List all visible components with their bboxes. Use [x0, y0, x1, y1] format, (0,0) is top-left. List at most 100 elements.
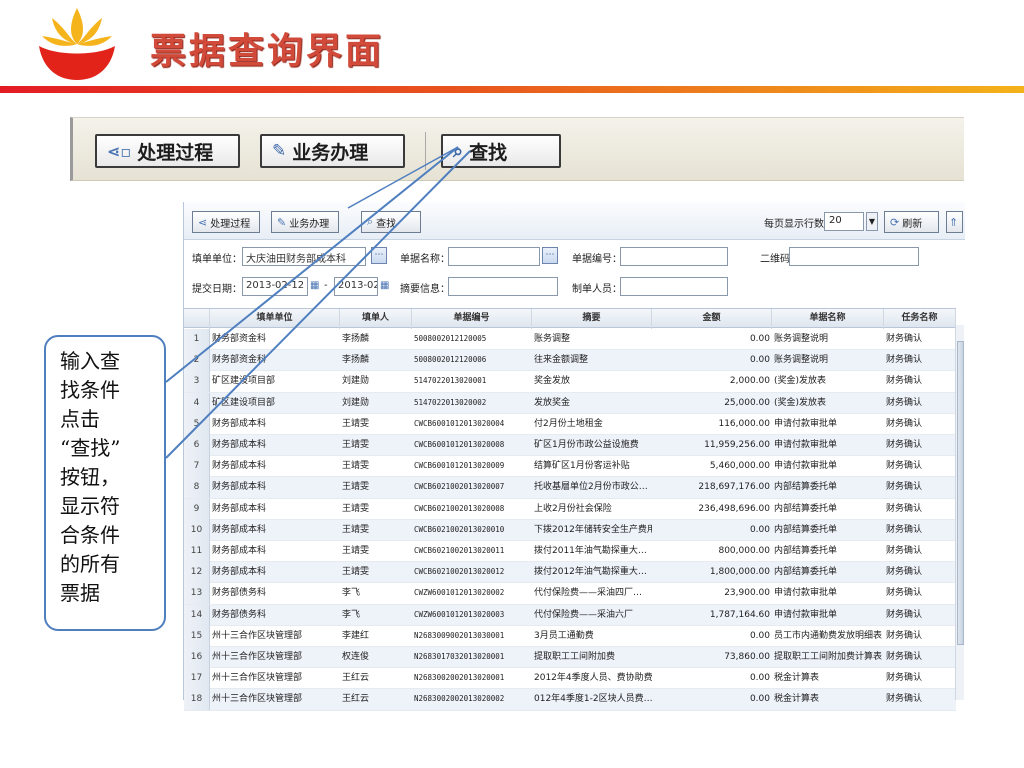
date-separator: -: [324, 280, 328, 291]
table-cell-person: 王靖雯: [342, 482, 370, 493]
table-cell-task: 财务确认: [886, 546, 923, 556]
table-row[interactable]: 17 州十三合作区块管理部 王红云 N2683002002013020001 2012年…: [184, 668, 956, 690]
search-button[interactable]: ⌕ 查找: [361, 211, 421, 233]
table-cell-task: 财务确认: [886, 652, 923, 662]
table-cell-bill: (奖金)发放表: [774, 397, 827, 408]
column-header[interactable]: 单据编号: [412, 309, 532, 329]
table-row[interactable]: 16 州十三合作区块管理部 权连俊 N2683017032013020001 提取职工工…: [184, 647, 956, 669]
table-row[interactable]: 7 财务部成本科 王靖雯 CWCB6001012013020009 结算矿区1月份客运补…: [184, 456, 956, 478]
callout-line: 找条件: [60, 378, 120, 402]
table-row[interactable]: 3 矿区建设项目部 刘建勋 5147022013020001 奖金发放 2,000.00 (…: [184, 371, 956, 393]
table-cell-unit: 财务部债务科: [212, 588, 267, 599]
table-cell-no: CWZW6001012013020003: [414, 609, 505, 619]
table-cell-amount: 0.00: [749, 673, 770, 684]
callout-line: 合条件: [60, 523, 120, 547]
bill-name-input[interactable]: [448, 247, 540, 266]
table-cell-task: 财务确认: [886, 567, 923, 578]
row-number: 6: [184, 435, 210, 456]
company-logo-icon: [39, 8, 115, 80]
table-row[interactable]: 13 财务部债务科 李飞 CWZW6001012013020002 代付保险费——采油四…: [184, 583, 956, 605]
callout-line: 点击: [60, 407, 100, 431]
callout-line: 的所有: [60, 552, 120, 576]
table-cell-person: 刘建勋: [342, 376, 370, 387]
maker-input[interactable]: [620, 277, 728, 296]
table-row[interactable]: 9 财务部成本科 王靖雯 CWCB6021002013020008 上收2月份社会保险 2…: [184, 498, 956, 520]
calendar-icon[interactable]: ▦: [380, 280, 389, 291]
summary-input[interactable]: [448, 277, 558, 296]
table-row[interactable]: 14 财务部债务科 李飞 CWZW6001012013020003 代付保险费——采油六…: [184, 604, 956, 626]
table-row[interactable]: 5 财务部成本科 王靖雯 CWCB6001012013020004 付2月份土地租金 11…: [184, 413, 956, 435]
calendar-icon[interactable]: ▦: [310, 280, 319, 291]
row-number: 1: [184, 329, 210, 350]
table-cell-summary: 代付保险费——采油六厂: [534, 609, 634, 620]
table-cell-bill: (奖金)发放表: [774, 376, 827, 387]
table-cell-person: 李建红: [342, 630, 370, 641]
table-cell-person: 王靖雯: [342, 567, 370, 578]
search-button-zoomed[interactable]: ⌕ 查找: [441, 134, 561, 168]
row-number: 5: [184, 413, 210, 435]
column-header[interactable]: 摘要: [532, 309, 652, 329]
qrcode-input[interactable]: [789, 247, 919, 266]
row-number: 7: [184, 456, 210, 478]
table-row[interactable]: 15 州十三合作区块管理部 李建红 N2683009002013030001 3月员工通…: [184, 625, 956, 647]
table-cell-bill: 提取职工工间附加费计算表: [774, 652, 883, 662]
table-cell-unit: 财务部成本科: [212, 503, 267, 514]
process-button-zoomed[interactable]: ⋖▫ 处理过程: [95, 134, 240, 168]
unit-label: 填单单位：: [192, 254, 242, 265]
table-cell-summary: 拨付2011年油气勘探重大…: [534, 546, 647, 556]
table-cell-no: CWCB6021002013020008: [414, 503, 505, 513]
table-cell-summary: 代付保险费——采油四厂…: [534, 588, 643, 599]
filter-row-2: 提交日期： 2013-02-12 ▦ - 2013-02-27 ▦ 摘要信息： …: [184, 274, 965, 298]
business-button[interactable]: ✎ 业务办理: [271, 211, 339, 233]
date-to-input[interactable]: 2013-02-27: [334, 277, 378, 296]
table-cell-unit: 矿区建设项目部: [212, 397, 276, 408]
column-header[interactable]: 任务名称: [884, 309, 956, 329]
table-row[interactable]: 10 财务部成本科 王靖雯 CWCB6021002013020010 下拨2012年储转…: [184, 519, 956, 541]
table-cell-bill: 税金计算表: [774, 673, 820, 684]
scrollbar-thumb[interactable]: [957, 341, 964, 645]
table-cell-bill: 账务调整说明: [774, 334, 829, 344]
process-button[interactable]: ⋖ 处理过程: [192, 211, 260, 233]
magnifier-icon: ⌕: [367, 215, 374, 228]
table-row[interactable]: 2 财务部资金科 李扬麟 5008002012120006 往来金额调整 0.00 账务调整…: [184, 350, 956, 372]
collapse-button[interactable]: ⇑: [946, 211, 963, 233]
table-row[interactable]: 18 州十三合作区块管理部 王红云 N2683002002013020002 012年4…: [184, 689, 956, 711]
process-flow-icon: ⋖▫: [107, 141, 132, 161]
table-cell-person: 王靖雯: [342, 418, 370, 429]
chevron-down-icon[interactable]: ▼: [866, 212, 878, 231]
table-row[interactable]: 11 财务部成本科 王靖雯 CWCB6021002013020011 拨付2011年油气…: [184, 541, 956, 563]
table-cell-amount: 11,959,256.00: [704, 440, 770, 450]
table-cell-bill: 申请付款审批单: [774, 418, 838, 429]
table-cell-bill: 申请付款审批单: [774, 461, 838, 472]
table-cell-no: N2683002002013020001: [414, 673, 505, 683]
table-cell-person: 王红云: [342, 694, 370, 705]
column-header[interactable]: 单据名称: [772, 309, 884, 329]
bill-name-picker-button[interactable]: ⋯: [542, 247, 558, 264]
row-number: 12: [184, 562, 210, 584]
table-row[interactable]: 6 财务部成本科 王靖雯 CWCB6001012013020008 矿区1月份市政公益设…: [184, 435, 956, 457]
table-cell-person: 王靖雯: [342, 440, 370, 450]
bill-no-input[interactable]: [620, 247, 728, 266]
summary-label: 摘要信息：: [400, 284, 450, 295]
refresh-button[interactable]: ⟳ 刷新: [884, 211, 939, 233]
business-button-zoomed[interactable]: ✎ 业务办理: [260, 134, 405, 168]
table-row[interactable]: 8 财务部成本科 王靖雯 CWCB6021002013020007 托收基層单位2月份市…: [184, 477, 956, 499]
date-from-input[interactable]: 2013-02-12: [242, 277, 308, 296]
table-row[interactable]: 12 财务部成本科 王靖雯 CWCB6021002013020012 拨付2012年油气…: [184, 562, 956, 584]
table-row[interactable]: 4 矿区建设项目部 刘建勋 5147022013020002 发放奖金 25,000.00…: [184, 392, 956, 414]
unit-input[interactable]: 大庆油田财务部成本科: [242, 247, 366, 266]
table-row[interactable]: 1 财务部资金科 李扬麟 5008002012120005 账务调整 0.00 账务调整说明…: [184, 329, 956, 351]
unit-picker-button[interactable]: ⋯: [371, 247, 387, 264]
grid-scrollbar[interactable]: [955, 325, 964, 700]
column-header[interactable]: 填单人: [340, 309, 412, 329]
page-size-select[interactable]: 20: [824, 212, 864, 231]
table-cell-summary: 提取职工工间附加费: [534, 652, 616, 662]
table-cell-summary: 上收2月份社会保险: [534, 503, 612, 514]
table-cell-task: 财务确认: [886, 376, 923, 387]
column-header[interactable]: 填单单位: [210, 309, 340, 329]
column-header[interactable]: 金额: [652, 309, 772, 329]
table-cell-bill: 税金计算表: [774, 694, 820, 705]
table-cell-summary: 拨付2012年油气勘探重大…: [534, 567, 647, 578]
table-cell-bill: 员工市内通勤费发放明细表: [774, 630, 883, 641]
zoomed-toolbar: ⋖▫ 处理过程 ✎ 业务办理 ⌕ 查找: [70, 117, 964, 181]
